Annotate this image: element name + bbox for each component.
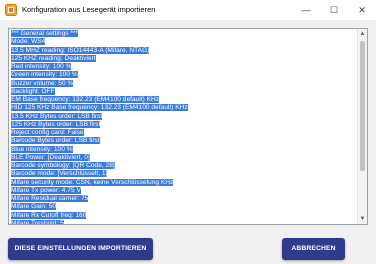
config-line: Backlight: OFF [11, 87, 358, 96]
config-line-text: BLE Power: [Deaktiviert, 0] [11, 153, 90, 161]
config-line-text: Mifare Treshold: 5 [11, 219, 64, 225]
config-line-text: Barcode Bytes order: LSB first [11, 137, 100, 145]
minimize-button[interactable]: — [292, 0, 320, 20]
config-line-text: Mifare Tx power: 4.75 V [11, 186, 81, 194]
config-line-text: 13.5 MHZ reading: ISO14443-A (Mifare, NT… [11, 46, 150, 54]
config-line: Mifare Rx Cutoff freq: 160 [11, 211, 358, 220]
config-line: Mifare Tx power: 4.75 V [11, 186, 358, 195]
config-line-text: 13.5 KHz Bytes order: LSB first [11, 112, 103, 120]
vertical-scrollbar[interactable]: ▲ ▼ [357, 29, 367, 224]
config-line-text: Backlight: OFF [11, 87, 55, 95]
config-line-text: Barcode mode: [Verschlüsselt, 1] [11, 170, 108, 178]
app-icon [5, 4, 17, 16]
config-line: BLE Power: [Deaktiviert, 0] [11, 153, 358, 162]
config-line: Barcode symbology: [QR Code, 28] [11, 162, 358, 170]
config-line: Barcode Bytes order: LSB first [11, 137, 358, 145]
config-line: HID 125 KHz Base frequency: 132.23 (EM41… [11, 104, 358, 112]
config-line: 125 KHz Bytes order: LSB first [11, 120, 358, 129]
maximize-button[interactable]: ☐ [320, 0, 348, 20]
scroll-up-icon[interactable]: ▲ [358, 29, 367, 39]
config-line-text: Mifare Rx Cutoff freq: 160 [11, 211, 87, 219]
config-line: Mifare Residual carrier: 75 [11, 195, 358, 203]
config-line-text: Mode: WS4 [11, 38, 46, 46]
config-line: Mifare Treshold: 5 [11, 219, 358, 225]
config-line: Buzzer volume: 50 % [11, 79, 358, 88]
config-line: *** General settings *** [11, 30, 358, 38]
config-line-text: Reject config card: False [11, 129, 84, 136]
config-line-text: Mifare Residual carrier: 75 [11, 195, 89, 202]
config-line: 13.5 MHZ reading: ISO14443-A (Mifare, NT… [11, 46, 358, 55]
config-line-text: Red intensity: 100 % [11, 63, 72, 70]
dialog-content: *** General settings *** Mode: WS4 13.5 MH… [0, 20, 376, 264]
window-title: Konfiguration aus Lesegerät importieren [22, 5, 156, 14]
config-line-text: *** General settings *** [11, 30, 79, 37]
config-line: Red intensity: 100 % [11, 63, 358, 71]
scrollbar-thumb[interactable] [360, 41, 365, 171]
config-line-text: Green intensity: 100 % [11, 71, 78, 79]
title-bar[interactable]: Konfiguration aus Lesegerät importieren … [0, 0, 376, 21]
config-line-text: Buzzer volume: 50 % [11, 79, 74, 87]
config-line: Reject config card: False [11, 129, 358, 137]
config-line: EM Base frequency: 132.23 (EM4100 defaul… [11, 96, 358, 104]
cancel-button[interactable]: ABBRECHEN [282, 238, 345, 260]
config-line: Mifare security mode: CSN, keine Verschl… [11, 178, 358, 187]
scroll-down-icon[interactable]: ▼ [358, 214, 367, 224]
config-line-text: Mifare security mode: CSN, keine Verschl… [11, 178, 174, 186]
config-line-text: EM Base frequency: 132.23 (EM4100 defaul… [11, 96, 160, 103]
config-line: 125 KHZ reading: Deaktiviert [11, 54, 358, 63]
configuration-lines: *** General settings *** Mode: WS4 13.5 MH… [11, 30, 358, 225]
config-line: Barcode mode: [Verschlüsselt, 1] [11, 170, 358, 178]
config-line-text: 125 KHZ reading: Deaktiviert [11, 54, 96, 62]
config-line-text: 125 KHz Bytes order: LSB first [11, 120, 101, 128]
config-line: 13.5 KHz Bytes order: LSB first [11, 112, 358, 121]
config-line-text: Mifare Gain: 50 [11, 203, 57, 211]
config-line: Mode: WS4 [11, 38, 358, 46]
config-line-text: Blue intensity: 100 % [11, 145, 73, 153]
config-line: Mifare Gain: 50 [11, 203, 358, 211]
config-line: Blue intensity: 100 % [11, 145, 358, 154]
config-line: Green intensity: 100 % [11, 71, 358, 79]
config-line-text: Barcode symbology: [QR Code, 28] [11, 162, 115, 169]
configuration-text-area[interactable]: *** General settings *** Mode: WS4 13.5 MH… [8, 28, 368, 225]
close-button[interactable]: ✕ [348, 0, 376, 20]
import-settings-button[interactable]: DIESE EINSTELLUNGEN IMPORTIEREN [8, 238, 153, 260]
config-line-text: HID 125 KHz Base frequency: 132.23 (EM41… [11, 104, 188, 112]
